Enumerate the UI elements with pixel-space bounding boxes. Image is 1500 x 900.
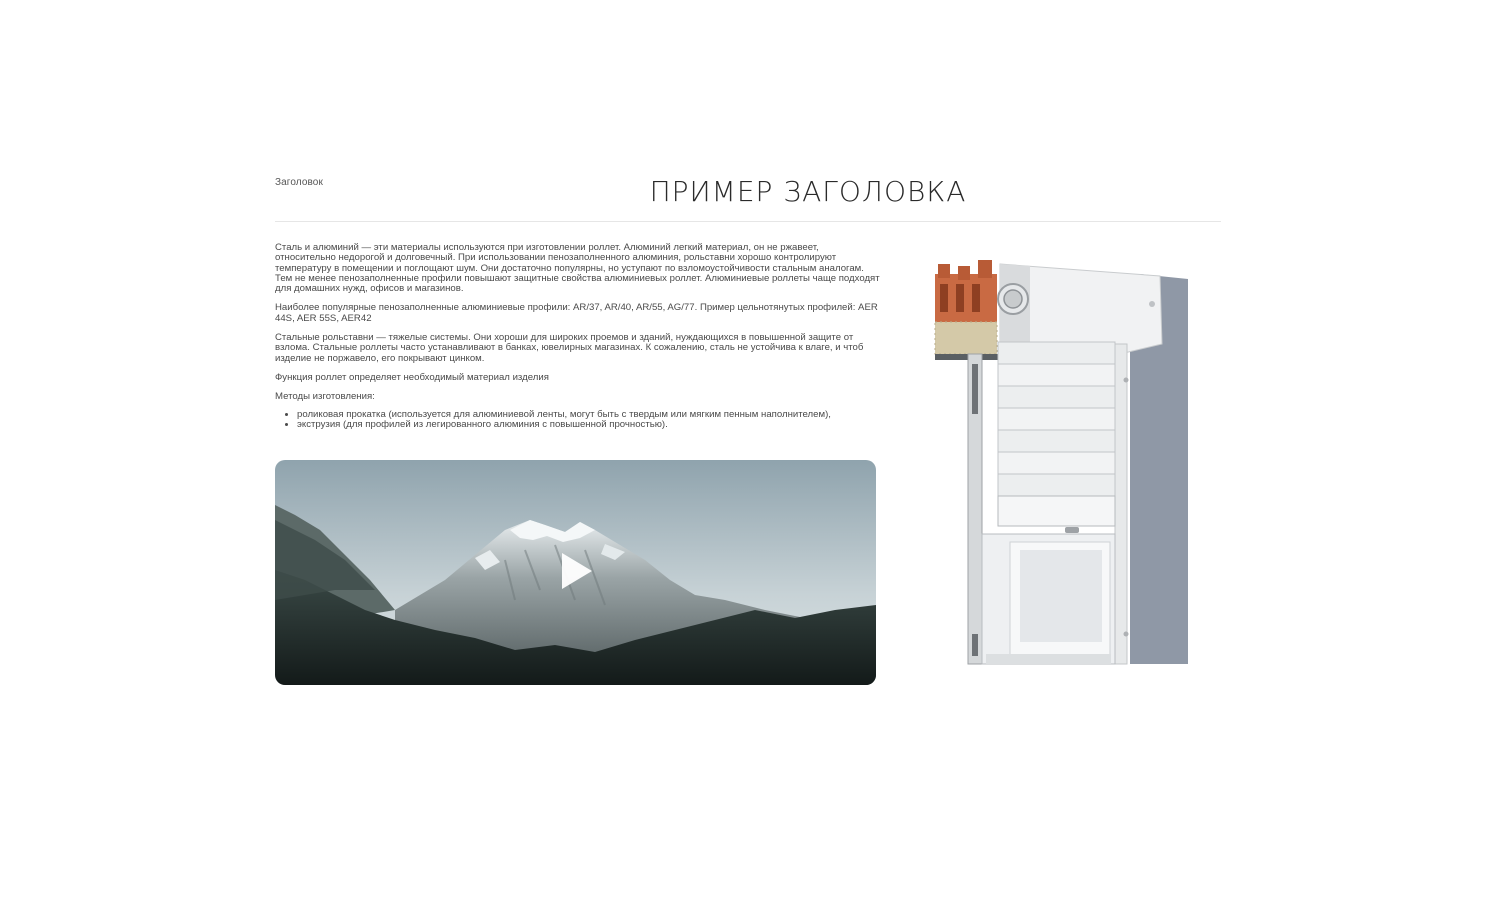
paragraph: Сталь и алюминий — эти материалы использ… xyxy=(275,242,880,295)
shutter-slats xyxy=(997,341,1116,533)
play-icon[interactable] xyxy=(558,551,594,591)
paragraph: Методы изготовления: xyxy=(275,391,375,403)
divider xyxy=(275,221,1221,222)
roller-shutter-illustration xyxy=(934,260,1188,665)
paragraph: Стальные рольставни — тяжелые системы. О… xyxy=(275,332,864,364)
article-text: Сталь и алюминий — эти материалы использ… xyxy=(275,242,880,431)
page-title: ПРИМЕР ЗАГОЛОВКА xyxy=(649,175,967,208)
content-section: Заголовок ПРИМЕР ЗАГОЛОВКА xyxy=(275,170,1221,222)
section-eyebrow: Заголовок xyxy=(275,177,323,188)
list-item: экструзия (для профилей из легированного… xyxy=(297,419,880,430)
paragraph: Функция роллет определяет необходимый ма… xyxy=(275,371,549,383)
methods-list: роликовая прокатка (используется для алю… xyxy=(297,409,880,431)
paragraph: Наиболее популярные пенозаполненные алюм… xyxy=(275,302,878,324)
